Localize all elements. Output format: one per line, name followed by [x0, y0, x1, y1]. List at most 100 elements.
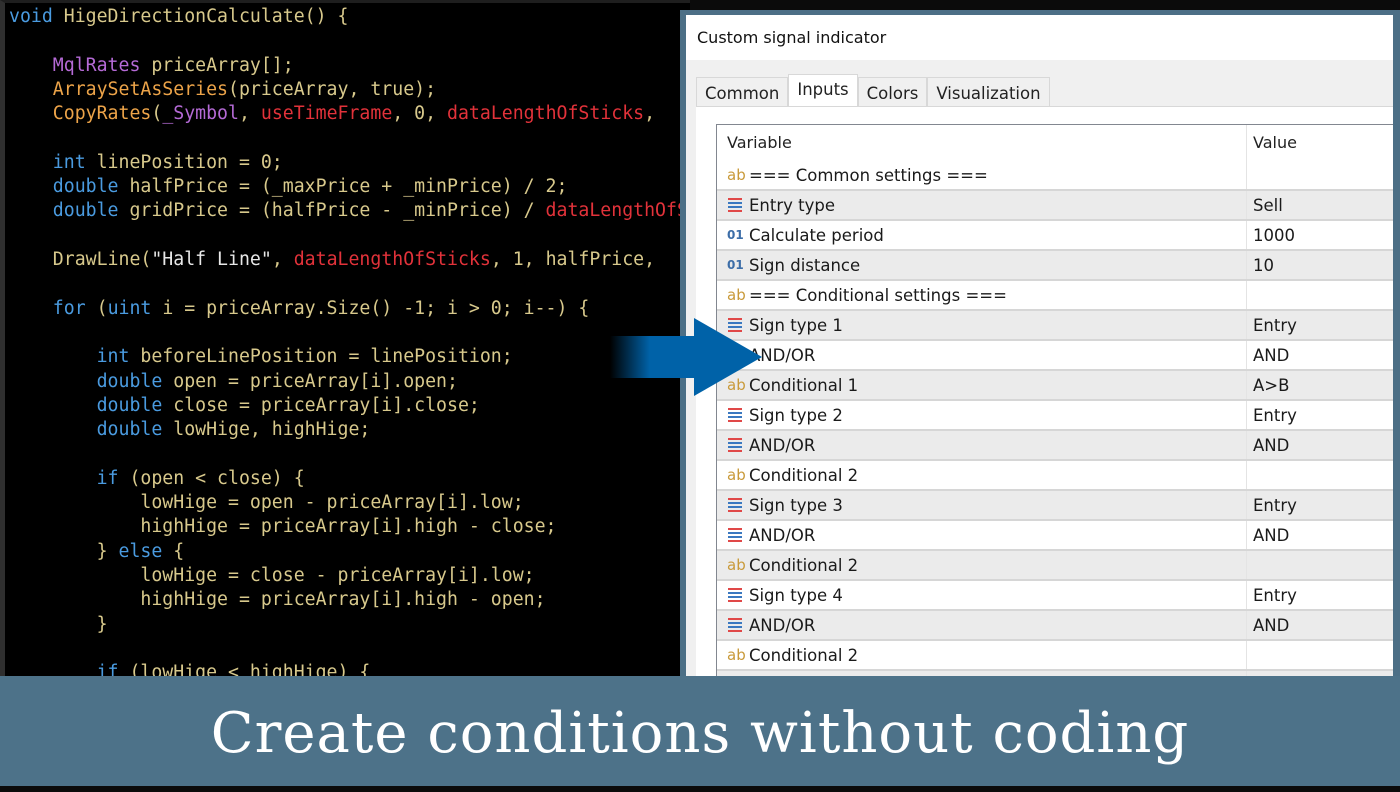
- tab-bar: Common Inputs Colors Visualization: [696, 74, 1050, 109]
- table-row[interactable]: AND/OR AND: [717, 521, 1393, 551]
- value-cell[interactable]: AND: [1247, 521, 1393, 549]
- code-line: DrawLine("Half Line", dataLengthOfSticks…: [9, 248, 655, 272]
- code-token: (lowHige < highHige) {: [129, 662, 371, 676]
- value-cell[interactable]: AND: [1247, 341, 1393, 369]
- table-row[interactable]: ab === Conditional settings ===: [717, 281, 1393, 311]
- value-cell[interactable]: Entry: [1247, 401, 1393, 429]
- variable-name: AND/OR: [749, 435, 816, 455]
- value-cell[interactable]: [1247, 551, 1393, 579]
- code-token: (: [96, 297, 108, 319]
- value-cell[interactable]: Entry: [1247, 491, 1393, 519]
- code-token: HigeDirectionCalculate() {: [63, 6, 349, 27]
- variable-cell: ab Conditional 2: [717, 461, 1247, 489]
- value-cell[interactable]: Sell: [1247, 191, 1393, 219]
- variable-name: Conditional 2: [749, 555, 859, 575]
- code-token: i = priceArray.Size() -1; i > 0; i--) {: [162, 297, 590, 319]
- code-token: lowHige = open - priceArray[i].low;: [9, 492, 524, 513]
- code-line: double close = priceArray[i].close;: [9, 394, 480, 418]
- table-row[interactable]: Sign type 4 Entry: [717, 581, 1393, 611]
- variable-cell: AND/OR: [717, 611, 1247, 639]
- variable-cell: 01 Sign distance: [717, 251, 1247, 279]
- code-token: }: [9, 540, 119, 562]
- code-token: highHige = priceArray[i].high - close;: [9, 516, 557, 538]
- table-row[interactable]: 01 Sign distance 10: [717, 251, 1393, 281]
- code-token: open = priceArray[i].open;: [173, 370, 458, 392]
- enum-type-icon: [727, 617, 749, 633]
- value-cell[interactable]: [1247, 161, 1393, 189]
- variable-name: Entry type: [749, 195, 836, 215]
- value-cell[interactable]: AND: [1247, 611, 1393, 639]
- code-token: priceArray[];: [151, 54, 294, 76]
- code-line: MqlRates priceArray[];: [9, 54, 294, 78]
- value-cell[interactable]: A>B: [1247, 371, 1393, 399]
- variable-name: Sign distance: [749, 255, 861, 275]
- table-row[interactable]: AND/OR AND: [717, 611, 1393, 641]
- code-token: DrawLine(: [9, 249, 152, 270]
- string-type-icon: ab: [727, 286, 746, 304]
- tab-visualization[interactable]: Visualization: [927, 77, 1050, 108]
- code-token: dataLengthOfSticks: [293, 249, 491, 270]
- value-cell[interactable]: AND: [1247, 431, 1393, 459]
- variable-cell: Sign type 2: [717, 401, 1247, 429]
- table-row[interactable]: AND/OR AND: [717, 431, 1393, 461]
- table-row[interactable]: ab Conditional 2: [717, 461, 1393, 491]
- table-row[interactable]: ab Conditional 2: [717, 551, 1393, 581]
- code-line: double open = priceArray[i].open;: [9, 370, 458, 394]
- table-row[interactable]: ab Conditional 1 A>B: [717, 371, 1393, 401]
- code-token: {: [173, 540, 185, 562]
- code-token: ,: [644, 103, 656, 125]
- enum-type-icon: [727, 497, 749, 513]
- table-row[interactable]: Entry type Sell: [717, 191, 1393, 221]
- tab-common[interactable]: Common: [696, 77, 789, 108]
- variable-name: AND/OR: [749, 615, 816, 635]
- code-token: CopyRates: [9, 103, 152, 125]
- column-header-value[interactable]: Value: [1247, 125, 1393, 161]
- table-row[interactable]: Sign type 1 Entry: [717, 311, 1393, 341]
- code-token: for: [9, 297, 97, 319]
- tab-inputs[interactable]: Inputs: [788, 74, 858, 109]
- code-token: uint: [107, 297, 163, 319]
- code-editor: void HigeDirectionCalculate() { MqlRates…: [0, 0, 690, 676]
- tab-colors[interactable]: Colors: [857, 77, 928, 108]
- code-token: MqlRates: [9, 54, 152, 76]
- code-token: gridPrice = (halfPrice - _minPrice) /: [129, 200, 546, 222]
- code-line: highHige = priceArray[i].high - close;: [9, 515, 557, 539]
- value-cell[interactable]: Entry: [1247, 581, 1393, 609]
- value-cell[interactable]: [1247, 281, 1393, 309]
- value-cell[interactable]: Entry: [1247, 311, 1393, 339]
- value-cell[interactable]: [1247, 641, 1393, 669]
- code-token: halfPrice = (_maxPrice + _minPrice) / 2;: [129, 176, 568, 198]
- code-token: lowHige, highHige;: [173, 419, 371, 441]
- code-token: , 0,: [392, 103, 448, 125]
- table-row[interactable]: AND/OR AND: [717, 341, 1393, 371]
- table-row[interactable]: Sign type 2 Entry: [717, 401, 1393, 431]
- variable-cell: ab Conditional 1: [717, 371, 1247, 399]
- value-cell[interactable]: [1247, 461, 1393, 489]
- variable-name: === Common settings ===: [749, 165, 988, 185]
- code-token: double: [9, 394, 174, 416]
- code-token: double: [9, 176, 130, 198]
- inputs-table: Variable Value ab === Common settings ===…: [716, 124, 1393, 676]
- code-token: else: [118, 540, 174, 562]
- code-line: for (uint i = priceArray.Size() -1; i > …: [9, 297, 590, 321]
- table-row[interactable]: Sign type 3 Entry: [717, 491, 1393, 521]
- table-row[interactable]: 01 Calculate period 1000: [717, 221, 1393, 251]
- table-row[interactable]: ab Conditional 2: [717, 641, 1393, 671]
- code-line: } else {: [9, 540, 185, 564]
- code-line: int beforeLinePosition = linePosition;: [9, 345, 513, 369]
- variable-name: Sign type 3: [749, 495, 843, 515]
- value-cell[interactable]: 10: [1247, 251, 1393, 279]
- variable-cell: Sign type 3: [717, 491, 1247, 519]
- code-line: ArraySetAsSeries(priceArray, true);: [9, 78, 436, 102]
- column-header-variable[interactable]: Variable: [717, 125, 1247, 161]
- code-token: (open < close) {: [129, 467, 305, 489]
- code-line: int linePosition = 0;: [9, 151, 283, 175]
- code-token: dataLengthOfSticks: [447, 103, 645, 125]
- code-token: close = priceArray[i].close;: [173, 394, 480, 416]
- value-cell[interactable]: 1000: [1247, 221, 1393, 249]
- code-line: if (lowHige < highHige) {: [9, 661, 371, 676]
- code-token: , 1, halfPrice,: [490, 249, 656, 270]
- table-row[interactable]: ab === Common settings ===: [717, 161, 1393, 191]
- variable-name: Sign type 2: [749, 405, 843, 425]
- code-token: int: [9, 151, 97, 173]
